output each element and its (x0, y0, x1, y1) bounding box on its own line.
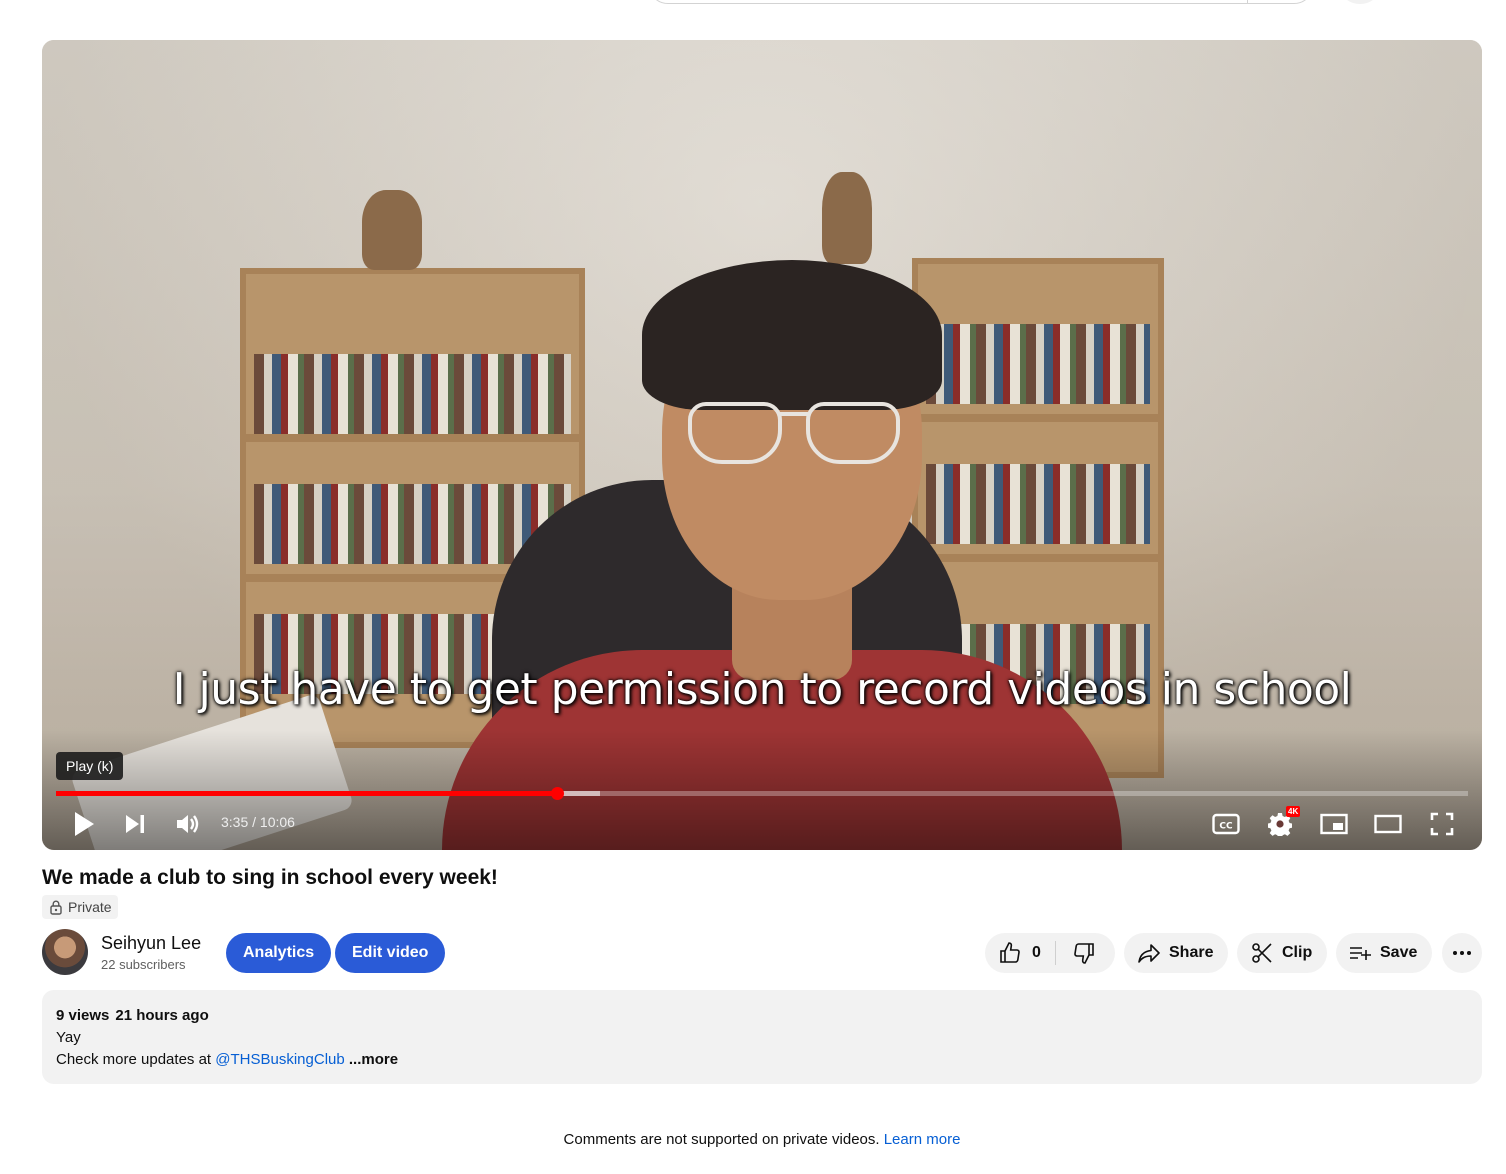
save-button[interactable]: Save (1336, 933, 1432, 973)
share-button[interactable]: Share (1124, 933, 1228, 973)
dislike-button[interactable] (1056, 933, 1114, 973)
next-icon (126, 815, 144, 833)
learn-more-link[interactable]: Learn more (884, 1131, 961, 1148)
comments-disabled-note: Comments are not supported on private vi… (0, 1131, 1506, 1148)
edit-video-button[interactable]: Edit video (335, 933, 446, 973)
play-icon (75, 812, 94, 836)
description-text: Check more updates at (56, 1051, 216, 1068)
description-line: Check more updates at @THSBuskingClub ..… (56, 1049, 1468, 1071)
share-label: Share (1169, 944, 1214, 961)
description-box[interactable]: 9 views 21 hours ago Yay Check more updat… (42, 990, 1482, 1084)
more-actions-button[interactable] (1442, 933, 1482, 973)
share-icon (1138, 944, 1160, 963)
lock-icon (50, 900, 62, 915)
like-button[interactable]: 0 (985, 933, 1055, 973)
like-dislike-group: 0 (985, 933, 1115, 973)
masthead-button[interactable] (1340, 0, 1380, 4)
subtitles-button[interactable]: CC (1210, 806, 1242, 842)
miniplayer-icon (1320, 813, 1348, 835)
search-divider (1247, 0, 1248, 3)
upload-age: 21 hours ago (115, 1007, 209, 1024)
next-button[interactable] (120, 806, 150, 842)
scissors-icon (1252, 943, 1272, 963)
visibility-badge: Private (42, 895, 118, 919)
channel-avatar[interactable] (42, 929, 88, 975)
play-tooltip: Play (k) (56, 752, 124, 780)
clip-label: Clip (1282, 944, 1313, 961)
description-line: Yay (56, 1029, 81, 1046)
thumbs-up-icon (1000, 942, 1020, 963)
cc-icon: CC (1212, 813, 1240, 835)
thumbs-down-icon (1074, 943, 1094, 964)
volume-icon (177, 815, 199, 833)
play-button[interactable] (68, 806, 100, 842)
fullscreen-button[interactable] (1426, 806, 1458, 842)
progress-bar[interactable] (56, 787, 1468, 800)
svg-text:CC: CC (1219, 822, 1233, 832)
masthead (0, 0, 1506, 6)
clip-button[interactable]: Clip (1237, 933, 1327, 973)
channel-handle-link[interactable]: @THSBuskingClub (215, 1051, 344, 1068)
fullscreen-icon (1430, 812, 1454, 836)
mute-button[interactable] (172, 806, 204, 842)
time-display: 3:35 / 10:06 (221, 814, 295, 830)
like-count: 0 (1032, 944, 1041, 961)
theater-mode-button[interactable] (1372, 806, 1404, 842)
caption-text: I just have to get permission to record … (172, 664, 1352, 715)
comments-note-text: Comments are not supported on private vi… (563, 1131, 884, 1148)
video-title: We made a club to sing in school every w… (42, 866, 498, 889)
more-horizontal-icon (1453, 951, 1471, 955)
search-box[interactable] (648, 0, 1314, 4)
channel-name[interactable]: Seihyun Lee (101, 933, 201, 954)
video-player[interactable]: I just have to get permission to record … (42, 40, 1482, 850)
quality-badge: 4K (1286, 806, 1301, 817)
miniplayer-button[interactable] (1318, 806, 1350, 842)
visibility-label: Private (68, 899, 112, 915)
progress-played (56, 791, 558, 796)
view-count: 9 views (56, 1007, 110, 1024)
show-more-button[interactable]: ...more (345, 1051, 398, 1068)
description-meta: 9 views 21 hours ago (56, 1005, 1468, 1027)
video-frame (42, 40, 1482, 850)
add-to-playlist-icon (1350, 947, 1371, 960)
analytics-button[interactable]: Analytics (226, 933, 332, 973)
glasses (688, 402, 900, 464)
save-label: Save (1380, 944, 1418, 961)
subscriber-count: 22 subscribers (101, 957, 186, 972)
theater-icon (1374, 814, 1402, 834)
